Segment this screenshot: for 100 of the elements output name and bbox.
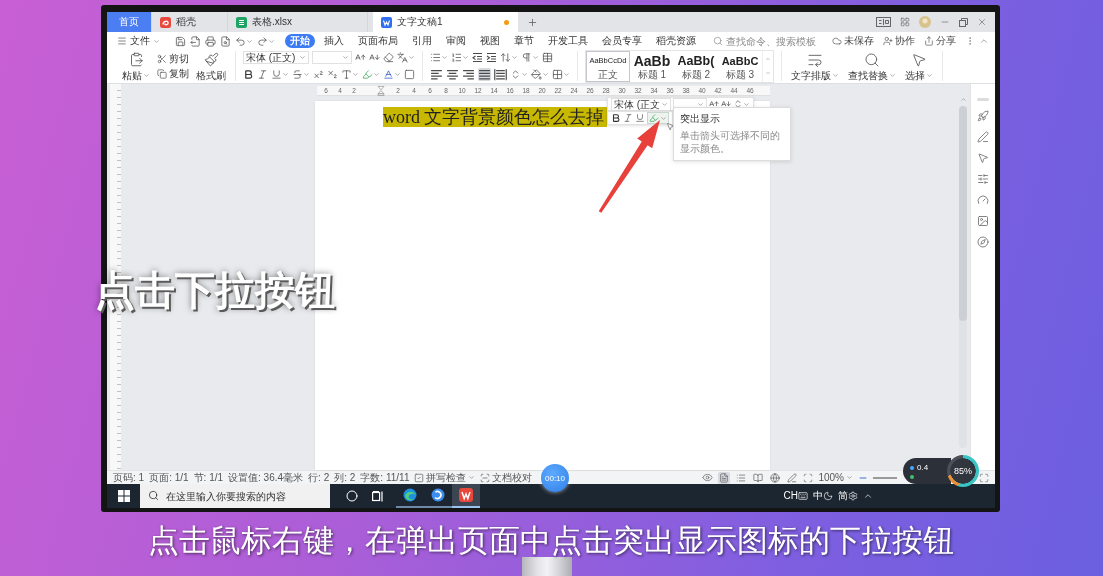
document-tab[interactable]: 文字文稿1 <box>373 12 518 32</box>
close-icon[interactable] <box>977 17 987 27</box>
border-grid-icon[interactable] <box>552 69 563 80</box>
bullet-list-icon[interactable] <box>430 52 441 63</box>
circle-icon[interactable] <box>346 490 358 502</box>
ribbon-tab[interactable]: 开始 <box>285 34 315 48</box>
compass-icon[interactable] <box>977 236 989 248</box>
font-name-field[interactable]: 宋体 (正文 <box>611 97 671 111</box>
dropdown-caret-icon[interactable] <box>743 100 750 108</box>
ribbon-tab[interactable]: 页面布局 <box>353 34 403 48</box>
pointer-icon[interactable] <box>911 52 927 68</box>
style-option[interactable]: AaBbC 标题 3 <box>718 50 762 82</box>
sort-arrows-icon[interactable] <box>500 52 511 63</box>
dropdown-caret-icon[interactable] <box>408 54 415 61</box>
zoom-slider-track[interactable] <box>873 476 897 479</box>
pointer-icon[interactable] <box>977 152 989 164</box>
font-name-field[interactable]: 宋体 (正文) <box>243 51 309 64</box>
dropdown-caret-icon[interactable] <box>832 72 839 79</box>
ribbon-tab[interactable]: 稻壳资源 <box>651 34 701 48</box>
header-action-button[interactable]: 协作 <box>883 34 915 48</box>
header-action-button[interactable]: 分享 <box>924 34 956 48</box>
menu-icon[interactable] <box>117 36 127 46</box>
printer-icon[interactable] <box>205 35 216 47</box>
spell-check-button[interactable]: 拼写检查 <box>414 471 476 484</box>
clipboard-icon[interactable] <box>128 52 144 67</box>
dropdown-caret-icon[interactable] <box>468 474 476 481</box>
dropdown-caret-icon[interactable] <box>373 71 380 78</box>
dropdown-caret-icon[interactable] <box>394 71 401 78</box>
keyboard-icon[interactable] <box>798 491 808 501</box>
ribbon-tool-button[interactable]: 选择 <box>903 51 935 81</box>
gauge-icon[interactable] <box>977 194 989 206</box>
ribbon-tab[interactable]: 开发工具 <box>543 34 593 48</box>
dropdown-caret-icon[interactable] <box>511 54 518 61</box>
align-right-icon[interactable] <box>462 68 475 81</box>
paintbrush-icon[interactable] <box>203 52 219 67</box>
undo-icon[interactable] <box>235 35 246 47</box>
highlighter-icon[interactable] <box>362 69 373 80</box>
dropdown-caret-icon[interactable] <box>282 71 289 78</box>
table-icon[interactable] <box>542 52 553 63</box>
text-wrap-icon[interactable] <box>807 52 823 68</box>
speed-monitor-panel[interactable]: 0.4 <box>903 458 951 484</box>
align-center-icon[interactable] <box>446 68 459 81</box>
numbered-list-icon[interactable] <box>451 52 462 63</box>
up-down-chevrons-icon[interactable] <box>510 69 521 80</box>
file-menu-button[interactable]: 文件 <box>114 34 163 48</box>
dropdown-caret-icon[interactable] <box>563 71 570 78</box>
drag-handle-icon[interactable] <box>977 98 989 101</box>
dropdown-caret-icon[interactable] <box>542 71 549 78</box>
superscript-icon[interactable] <box>313 69 324 80</box>
fullscreen-icon[interactable] <box>979 472 989 483</box>
ribbon-tab[interactable]: 章节 <box>509 34 539 48</box>
indent-marker-icon[interactable] <box>377 85 385 96</box>
ribbon-tab[interactable]: 插入 <box>319 34 349 48</box>
dropdown-caret-icon[interactable] <box>441 54 448 61</box>
pen-icon[interactable] <box>977 131 989 143</box>
cut-button[interactable]: 剪切 <box>157 52 189 65</box>
scissors-icon[interactable] <box>157 53 167 64</box>
pen-icon[interactable] <box>786 471 799 484</box>
taskbar-search-field[interactable]: 在这里输入你要搜索的内容 <box>140 484 330 508</box>
bold-icon[interactable] <box>611 113 621 123</box>
scrollbar-track[interactable] <box>959 106 967 448</box>
dropdown-caret-icon[interactable] <box>697 100 704 108</box>
scrollbar-thumb[interactable] <box>959 106 967 321</box>
save-icon[interactable] <box>175 35 186 47</box>
underline-icon[interactable] <box>271 69 282 80</box>
grid-icon[interactable] <box>900 17 910 27</box>
globe-icon[interactable] <box>769 471 782 484</box>
underline-icon[interactable] <box>635 113 645 123</box>
caret-up-icon[interactable] <box>863 491 873 501</box>
gear-icon[interactable] <box>848 491 858 501</box>
align-justify-icon[interactable] <box>478 68 491 81</box>
fit-frame-icon[interactable] <box>803 472 814 483</box>
ribbon-tab[interactable]: 审阅 <box>441 34 471 48</box>
command-search-field[interactable]: 查找命令、搜索模板 <box>726 34 822 48</box>
screen-mode-icon[interactable] <box>876 17 891 27</box>
letter-arrow-down-icon[interactable] <box>721 99 731 109</box>
redo-icon[interactable] <box>257 35 268 47</box>
italic-icon[interactable] <box>257 69 268 80</box>
character-border-icon[interactable] <box>404 69 415 80</box>
scroll-up-icon[interactable] <box>959 96 967 103</box>
letter-arrow-up-icon[interactable] <box>709 99 719 109</box>
list-view-icon[interactable] <box>735 471 748 484</box>
file-arrow-icon[interactable] <box>190 35 201 47</box>
dropdown-caret-icon[interactable] <box>846 474 853 481</box>
bold-icon[interactable] <box>243 69 254 80</box>
taskbar-app-button[interactable] <box>452 484 480 508</box>
align-left-icon[interactable] <box>430 68 443 81</box>
dropdown-caret-icon[interactable] <box>299 54 306 61</box>
copy-button[interactable]: 复制 <box>157 67 189 80</box>
dropdown-caret-icon[interactable] <box>303 71 310 78</box>
eye-icon[interactable] <box>702 472 714 483</box>
rocket-icon[interactable] <box>977 110 989 122</box>
scan-frame-icon[interactable] <box>480 472 491 483</box>
pilcrow-icon[interactable] <box>521 52 532 63</box>
dropdown-caret-icon[interactable] <box>926 72 933 79</box>
subscript-icon[interactable] <box>327 69 338 80</box>
tray-text[interactable]: CH <box>783 490 798 502</box>
strikethrough-icon[interactable] <box>292 69 303 80</box>
sliders-icon[interactable] <box>977 173 989 185</box>
ribbon-tab[interactable]: 视图 <box>475 34 505 48</box>
